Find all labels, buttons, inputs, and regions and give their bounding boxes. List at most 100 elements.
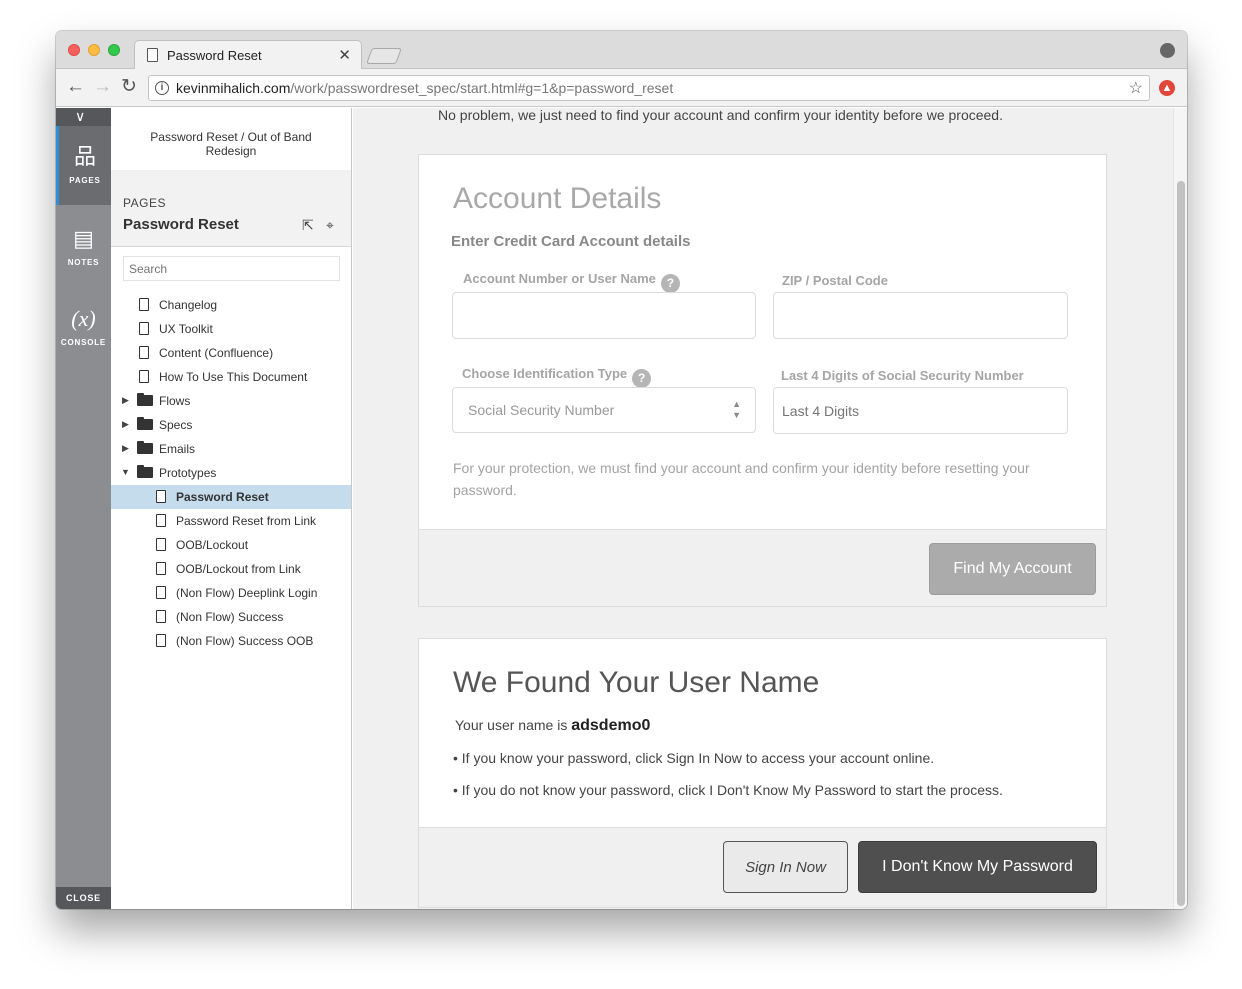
url-path: /work/passwordreset_spec/start.html#g=1&… [290, 80, 674, 96]
page-icon [156, 490, 166, 503]
help-icon[interactable]: ? [660, 274, 680, 293]
scrollbar-thumb[interactable] [1177, 181, 1185, 906]
current-page-title: Password Reset [123, 216, 239, 233]
tree-folder-specs[interactable]: ▶ Specs [111, 413, 351, 437]
account-details-card: Account Details Enter Credit Card Accoun… [418, 154, 1107, 607]
page-icon [156, 586, 166, 599]
id-type-label-text: Choose Identification Type [462, 366, 628, 381]
account-card-footer: Find My Account [419, 529, 1106, 606]
collapse-arrow-icon[interactable]: ▼ [121, 467, 130, 477]
page-icon [139, 298, 149, 311]
zoom-window-button[interactable] [108, 44, 120, 56]
content-scrollbar[interactable] [1173, 108, 1187, 909]
site-info-icon[interactable]: i [155, 81, 169, 95]
protection-text: For your protection, we must find your a… [453, 460, 1030, 498]
find-my-account-button[interactable]: Find My Account [929, 543, 1096, 595]
found-username-title: We Found Your User Name [453, 666, 820, 699]
open-external-icon[interactable]: ⇱ [302, 217, 314, 234]
account-details-title: Account Details [453, 182, 662, 215]
url-domain: kevinmihalich.com [176, 80, 291, 96]
tree-item-how-to-use[interactable]: How To Use This Document [111, 365, 351, 389]
rail-pages[interactable]: 品 PAGES [56, 126, 111, 205]
account-number-label: Account Number or User Name? [463, 271, 680, 293]
tree-item-changelog[interactable]: Changelog [111, 293, 351, 317]
zip-input[interactable] [773, 292, 1068, 339]
found-card-footer: Sign In Now I Don't Know My Password [419, 827, 1106, 907]
left-icon-rail: ∨ 品 PAGES ▤ NOTES (x) CONSOLE CLOSE [56, 108, 111, 909]
sign-in-now-button[interactable]: Sign In Now [723, 841, 848, 893]
close-panel-button[interactable]: CLOSE [56, 887, 111, 909]
collapse-rail-button[interactable]: ∨ [56, 108, 111, 126]
close-window-button[interactable] [68, 44, 80, 56]
browser-tab[interactable]: Password Reset ✕ [134, 40, 362, 70]
page-icon [139, 322, 149, 335]
close-tab-icon[interactable]: ✕ [338, 46, 351, 64]
sitemap-panel: Password Reset / Out of Band Redesign PA… [111, 108, 352, 909]
ssn-input[interactable] [773, 387, 1068, 434]
tab-strip: Password Reset ✕ [56, 31, 1187, 70]
tree-item-oob-lockout[interactable]: OOB/Lockout [111, 533, 351, 557]
tree-item-label: How To Use This Document [159, 370, 308, 384]
tree-item-label: Flows [159, 394, 191, 408]
browser-window: Password Reset ✕ ← → ↻ i kevinmihalich.c… [56, 31, 1187, 909]
tree-item-label: Password Reset [176, 490, 269, 504]
tree-item-ux-toolkit[interactable]: UX Toolkit [111, 317, 351, 341]
prototype-content: No problem, we just need to find your ac… [353, 108, 1173, 909]
url-text[interactable]: kevinmihalich.com/work/passwordreset_spe… [176, 80, 673, 96]
dont-know-password-button[interactable]: I Don't Know My Password [858, 841, 1097, 893]
sitemap-icon: 品 [73, 144, 96, 169]
console-icon: (x) [71, 306, 96, 331]
username-line: Your user name is adsdemo0 [455, 717, 650, 735]
tree-item-label: (Non Flow) Success OOB [176, 634, 314, 648]
forward-icon[interactable]: → [93, 77, 112, 97]
tree-item-label: Content (Confluence) [159, 346, 274, 360]
bookmark-star-icon[interactable]: ☆ [1129, 78, 1143, 98]
rail-console[interactable]: (x) CONSOLE [56, 288, 111, 348]
account-number-label-text: Account Number or User Name [463, 271, 656, 286]
notes-icon: ▤ [73, 226, 94, 251]
minimize-window-button[interactable] [88, 44, 100, 56]
page-icon [156, 610, 166, 623]
folder-icon [137, 417, 153, 430]
tree-folder-emails[interactable]: ▶ Emails [111, 437, 351, 461]
select-arrows-icon: ▲ ▼ [732, 399, 741, 420]
new-tab-button[interactable] [366, 48, 402, 64]
project-title: Password Reset / Out of Band Redesign [150, 130, 312, 158]
tree-folder-flows[interactable]: ▶ Flows [111, 389, 351, 413]
tree-item-label: OOB/Lockout [176, 538, 249, 552]
locate-page-icon[interactable]: ⌖ [326, 217, 334, 234]
tree-item-label: (Non Flow) Deeplink Login [176, 586, 318, 600]
tree-item-password-reset[interactable]: Password Reset [111, 485, 351, 509]
expand-arrow-icon[interactable]: ▶ [122, 395, 129, 406]
page-tree: Changelog UX Toolkit Content (Confluence… [111, 293, 351, 653]
back-icon[interactable]: ← [66, 77, 85, 97]
extension-icon[interactable]: ▲ [1159, 80, 1175, 96]
reload-icon[interactable]: ↻ [121, 77, 137, 97]
id-type-select[interactable]: Social Security Number ▲ ▼ [452, 387, 756, 433]
profile-icon[interactable] [1160, 43, 1175, 58]
search-input[interactable] [123, 256, 340, 281]
tree-item-label: Emails [159, 442, 196, 456]
tree-item-label: OOB/Lockout from Link [176, 562, 301, 576]
tree-item-deeplink-login[interactable]: (Non Flow) Deeplink Login [111, 581, 351, 605]
tree-item-success[interactable]: (Non Flow) Success [111, 605, 351, 629]
tree-item-success-oob[interactable]: (Non Flow) Success OOB [111, 629, 351, 653]
tree-item-oob-lockout-link[interactable]: OOB/Lockout from Link [111, 557, 351, 581]
rail-notes[interactable]: ▤ NOTES [56, 208, 111, 278]
page-icon [147, 48, 158, 62]
page-icon [156, 634, 166, 647]
address-bar[interactable]: i kevinmihalich.com/work/passwordreset_s… [148, 75, 1150, 101]
expand-arrow-icon[interactable]: ▶ [122, 443, 129, 454]
id-type-label: Choose Identification Type? [462, 366, 652, 388]
tree-item-password-reset-link[interactable]: Password Reset from Link [111, 509, 351, 533]
rail-console-label: CONSOLE [60, 338, 107, 347]
page-icon [139, 346, 149, 359]
tree-item-label: Password Reset from Link [176, 514, 317, 528]
account-number-input[interactable] [452, 292, 756, 339]
help-icon[interactable]: ? [632, 369, 652, 388]
expand-arrow-icon[interactable]: ▶ [122, 419, 129, 430]
tree-item-content[interactable]: Content (Confluence) [111, 341, 351, 365]
rail-pages-label: PAGES [69, 176, 101, 185]
zip-label: ZIP / Postal Code [782, 273, 888, 288]
tree-folder-prototypes[interactable]: ▼ Prototypes [111, 461, 351, 485]
